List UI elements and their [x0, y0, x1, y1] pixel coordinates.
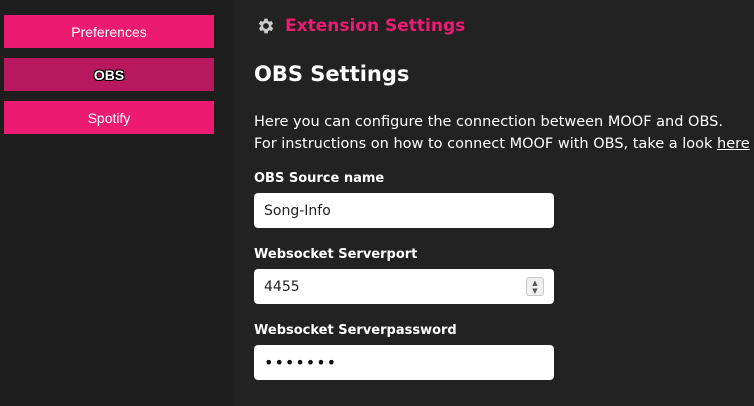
sidebar-item-obs[interactable]: OBS [4, 58, 214, 91]
sidebar-item-spotify[interactable]: Spotify [4, 101, 214, 134]
gear-icon [258, 18, 274, 34]
main-panel: Extension Settings OBS Settings Here you… [234, 0, 754, 406]
websocket-port-field[interactable]: ▲ ▼ [254, 269, 554, 304]
obs-source-name-field[interactable] [254, 193, 554, 228]
sidebar-item-label: Preferences [71, 23, 147, 40]
page-title: OBS Settings [254, 62, 410, 86]
obs-source-name-input[interactable] [264, 202, 514, 219]
sidebar-item-preferences[interactable]: Preferences [4, 15, 214, 48]
section-header: Extension Settings [256, 16, 465, 36]
description-line-1: Here you can configure the connection be… [254, 114, 723, 130]
stepper-up-icon[interactable]: ▲ [532, 279, 537, 287]
sidebar: Preferences OBS Spotify [0, 0, 234, 406]
section-header-title: Extension Settings [285, 16, 466, 36]
websocket-port-input[interactable] [264, 278, 514, 295]
websocket-password-label: Websocket Serverpassword [254, 323, 457, 338]
instructions-link[interactable]: here [717, 136, 750, 152]
stepper-down-icon[interactable]: ▼ [532, 287, 537, 295]
sidebar-item-label: Spotify [87, 109, 131, 126]
websocket-password-field[interactable]: ••••••• [254, 345, 554, 380]
port-stepper[interactable]: ▲ ▼ [526, 277, 544, 296]
obs-source-name-label: OBS Source name [254, 171, 385, 186]
description-line-2: For instructions on how to connect MOOF … [254, 136, 750, 152]
description: Here you can configure the connection be… [254, 111, 754, 155]
sidebar-item-label: OBS [93, 66, 125, 83]
websocket-port-label: Websocket Serverport [254, 247, 418, 262]
websocket-password-input[interactable]: ••••••• [264, 353, 337, 372]
